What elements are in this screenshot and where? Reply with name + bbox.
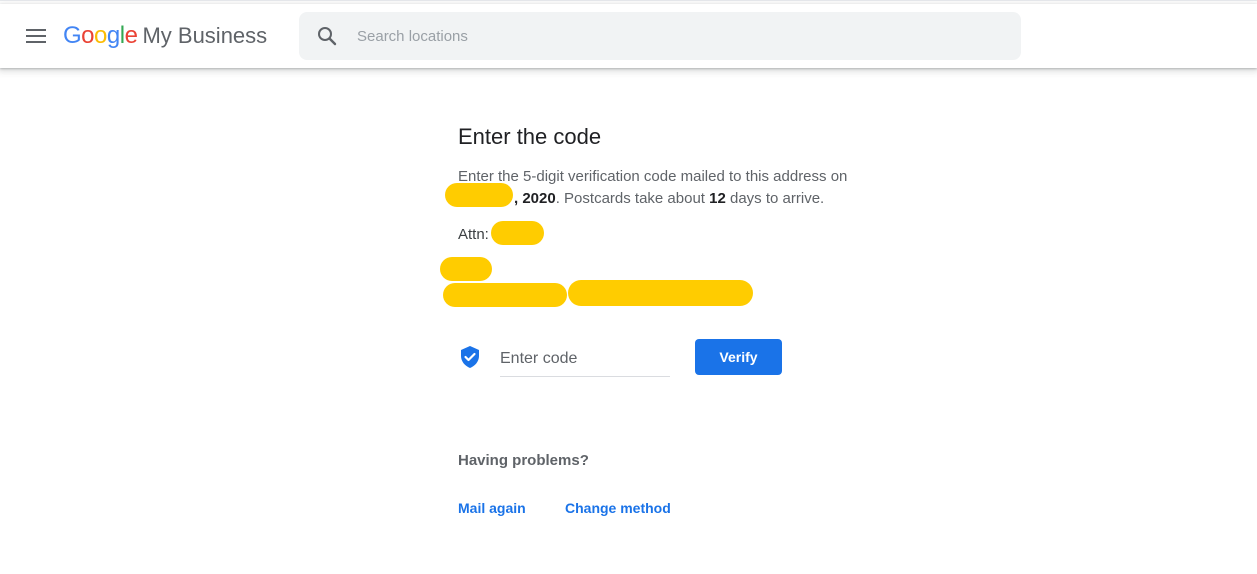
search-icon[interactable] — [315, 24, 339, 48]
verify-button[interactable]: Verify — [695, 339, 782, 375]
description-text: Enter the 5-digit verification code mail… — [458, 168, 848, 185]
search-bar[interactable] — [299, 12, 1021, 60]
change-method-link[interactable]: Change method — [565, 500, 671, 516]
logo-letter: e — [124, 22, 138, 49]
code-entry-row: Verify — [458, 338, 798, 380]
google-my-business-logo[interactable]: Google My Business — [63, 22, 267, 50]
logo-letter: o — [94, 22, 107, 49]
product-name: My Business — [142, 23, 268, 48]
verification-description: Enter the 5-digit verification code mail… — [458, 166, 898, 210]
app-header: Google My Business — [0, 4, 1257, 68]
hamburger-menu-icon[interactable] — [20, 20, 52, 52]
redaction-mark — [491, 221, 544, 245]
verification-code-input[interactable] — [500, 342, 670, 377]
page-title: Enter the code — [458, 124, 602, 149]
attn-label: Attn: — [458, 226, 489, 243]
having-problems-heading: Having problems? — [458, 452, 589, 469]
verified-shield-icon — [458, 345, 482, 369]
mail-again-link[interactable]: Mail again — [458, 500, 526, 516]
description-text: . Postcards take about — [555, 190, 710, 207]
redaction-mark — [443, 283, 567, 307]
logo-letter: g — [106, 22, 120, 49]
delivery-days-count: 12 — [709, 190, 726, 207]
logo-letter: o — [81, 22, 95, 49]
mailed-date-year: , 2020 — [514, 190, 556, 207]
redaction-mark — [568, 280, 753, 306]
logo-letter: G — [63, 22, 82, 49]
redaction-mark — [445, 183, 513, 207]
search-input[interactable] — [357, 12, 997, 60]
description-text: days to arrive. — [725, 190, 825, 207]
redaction-mark — [440, 257, 492, 281]
